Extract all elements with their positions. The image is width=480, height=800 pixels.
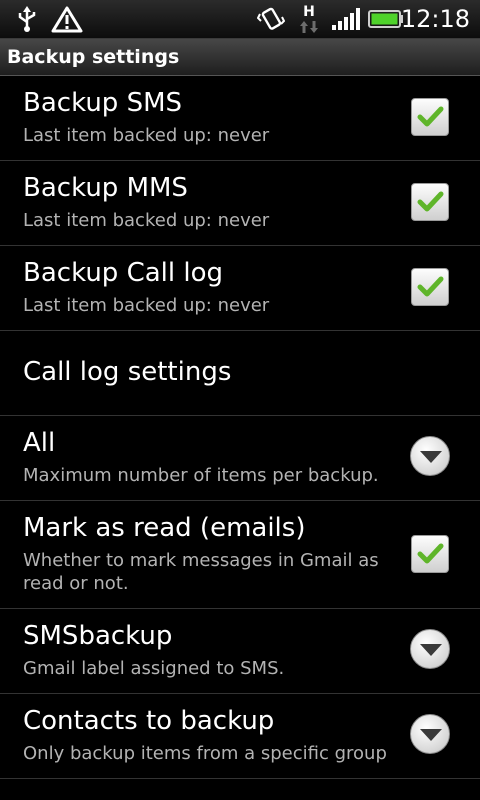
pref-title: Mark as read (emails) xyxy=(23,513,306,543)
signal-strength-icon xyxy=(330,0,362,38)
clock: 12:18 xyxy=(400,5,470,33)
checkmark-icon xyxy=(417,276,444,297)
pref-summary: Last item backed up: never xyxy=(23,295,270,316)
chevron-down-icon[interactable] xyxy=(410,436,450,476)
vibrate-icon xyxy=(256,0,286,38)
backup-sms-checkbox[interactable] xyxy=(411,98,449,136)
pref-max-items[interactable]: All Maximum number of items per backup. xyxy=(0,416,480,501)
checkmark-icon xyxy=(417,543,444,564)
chevron-down-icon[interactable] xyxy=(410,629,450,669)
pref-sms-label[interactable]: SMSbackup Gmail label assigned to SMS. xyxy=(0,609,480,694)
backup-mms-checkbox[interactable] xyxy=(411,183,449,221)
pref-summary: Last item backed up: never xyxy=(23,125,270,146)
usb-icon xyxy=(14,0,40,38)
pref-title: Call log settings xyxy=(23,357,232,387)
warning-icon xyxy=(50,0,84,38)
pref-summary: Last item backed up: never xyxy=(23,210,270,231)
pref-title: Backup MMS xyxy=(23,173,188,203)
pref-summary: Only backup items from a specific group xyxy=(23,743,387,764)
network-type-icon: H xyxy=(296,0,322,38)
checkmark-icon xyxy=(417,191,444,212)
mark-as-read-checkbox[interactable] xyxy=(411,535,449,573)
pref-backup-call-log[interactable]: Backup Call log Last item backed up: nev… xyxy=(0,246,480,331)
page-title: Backup settings xyxy=(7,46,180,68)
pref-backup-mms[interactable]: Backup MMS Last item backed up: never xyxy=(0,161,480,246)
pref-call-log-settings[interactable]: Call log settings xyxy=(0,331,480,416)
pref-title: Backup SMS xyxy=(23,88,183,118)
pref-title: Backup Call log xyxy=(23,258,224,288)
backup-call-log-checkbox[interactable] xyxy=(411,268,449,306)
pref-summary: Maximum number of items per backup. xyxy=(23,465,379,486)
checkmark-icon xyxy=(417,106,444,127)
status-bar: H 12:18 xyxy=(0,0,480,39)
pref-title: All xyxy=(23,428,56,458)
pref-title: SMSbackup xyxy=(23,621,173,651)
pref-summary: Gmail label assigned to SMS. xyxy=(23,658,285,679)
chevron-down-icon[interactable] xyxy=(410,714,450,754)
pref-title: Contacts to backup xyxy=(23,706,275,736)
pref-mark-as-read[interactable]: Mark as read (emails) Whether to mark me… xyxy=(0,501,480,609)
pref-summary: Whether to mark messages in Gmail as rea… xyxy=(23,550,379,594)
network-type-label: H xyxy=(303,3,315,20)
pref-contacts-group[interactable]: Contacts to backup Only backup items fro… xyxy=(0,694,480,779)
pref-backup-sms[interactable]: Backup SMS Last item backed up: never xyxy=(0,76,480,161)
title-bar: Backup settings xyxy=(0,39,480,76)
battery-icon xyxy=(367,0,405,38)
preference-list: Backup SMS Last item backed up: never Ba… xyxy=(0,76,480,779)
